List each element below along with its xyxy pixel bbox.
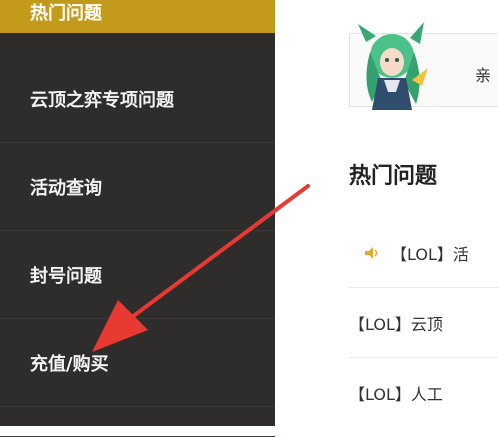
question-row[interactable]: 【LOL】云顶: [349, 288, 498, 358]
sidebar-item-next[interactable]: [0, 407, 275, 437]
question-text: 【LOL】云顶: [349, 314, 443, 334]
sidebar-item-hot-questions[interactable]: 热门问题: [0, 0, 275, 33]
question-row[interactable]: 【LOL】人工: [349, 358, 498, 428]
sidebar-item-ban-questions[interactable]: 封号问题: [0, 231, 275, 319]
sidebar-item-tft-questions[interactable]: 云顶之弈专项问题: [0, 56, 275, 143]
speaker-icon: [365, 246, 378, 259]
sidebar-item-label: 封号问题: [30, 265, 102, 287]
question-text: 【LOL】活: [391, 244, 469, 264]
sidebar-item-label: 云顶之弈专项问题: [30, 90, 174, 111]
sidebar-item-event-query[interactable]: 活动查询: [0, 143, 275, 231]
sidebar-item-label: 活动查询: [30, 177, 102, 199]
sidebar-item-label: 充值/购买: [30, 353, 109, 375]
page-title: 热门问题: [349, 164, 438, 189]
assistant-avatar: [358, 22, 428, 110]
question-row[interactable]: 【LOL】活: [349, 218, 498, 288]
question-text: 【LOL】人工: [349, 385, 443, 404]
greeting-text: 亲: [475, 66, 492, 85]
assistant-banner: 亲: [349, 22, 498, 110]
sidebar-item-label: 热门问题: [30, 2, 102, 24]
sidebar-item-recharge-purchase[interactable]: 充值/购买: [0, 319, 275, 407]
sidebar-nav: 热门问题 云顶之弈专项问题 活动查询 封号问题 充值/购买: [0, 0, 275, 437]
